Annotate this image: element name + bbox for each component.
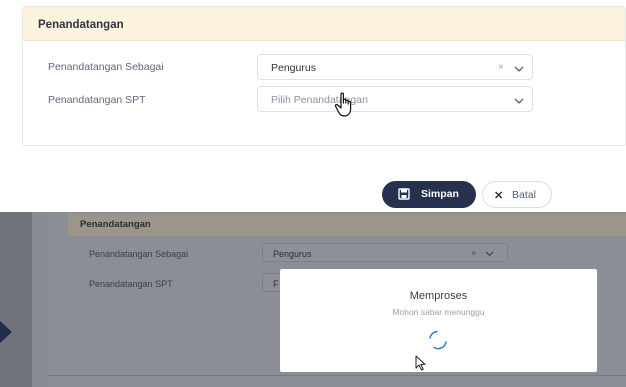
dimmed-signatory-as-value: Pengurus [273, 249, 312, 259]
dimmed-clear-icon: × [471, 248, 477, 258]
collapse-arrow-icon [0, 321, 12, 343]
save-icon [398, 188, 410, 200]
section-header: Penandatangan [23, 7, 625, 41]
cancel-button[interactable]: ✕ Batal [482, 181, 552, 208]
section-title: Penandatangan [38, 19, 124, 31]
bottom-screenshot-frame: Penandatangan Penandatangan Sebagai Peng… [0, 212, 626, 387]
loading-subtitle: Mohon sabar menunggu [392, 307, 485, 317]
clear-icon[interactable]: × [498, 62, 504, 73]
dimmed-signatory-as-select: Pengurus × [262, 243, 508, 262]
dimmed-footer-bar [48, 375, 626, 387]
overlay-left-edge [0, 212, 32, 387]
cancel-label: Batal [512, 189, 536, 201]
dimmed-spt-signatory-select: F [262, 273, 282, 292]
loading-dialog: Memproses Mohon sabar menunggu [280, 269, 597, 372]
save-button[interactable]: Simpan [382, 181, 476, 208]
spt-signatory-select[interactable]: Pilih Penandatangan [257, 86, 533, 112]
close-icon: ✕ [494, 190, 504, 202]
arrow-cursor-icon [415, 355, 426, 371]
chevron-down-icon[interactable] [514, 64, 524, 74]
loading-spinner-icon [429, 330, 447, 350]
dimmed-spt-signatory-label: Penandatangan SPT [89, 279, 173, 289]
signatory-card: Penandatangan Penandatangan Sebagai Peng… [22, 6, 626, 146]
top-screenshot-frame: Penandatangan Penandatangan Sebagai Peng… [0, 0, 626, 212]
hand-pointer-icon [334, 92, 352, 117]
dimmed-signatory-as-label: Penandatangan Sebagai [89, 249, 189, 259]
signatory-as-label: Penandatangan Sebagai [48, 61, 164, 73]
spt-signatory-label: Penandatangan SPT [48, 94, 146, 106]
dimmed-spt-signatory-value: F [273, 279, 279, 289]
chevron-down-icon[interactable] [514, 96, 524, 106]
dimmed-section-header: Penandatangan [68, 214, 626, 236]
signatory-as-value: Pengurus [271, 62, 316, 74]
save-label: Simpan [421, 188, 459, 200]
signatory-as-select[interactable]: Pengurus × [257, 54, 533, 80]
dimmed-section-title: Penandatangan [80, 219, 151, 230]
dimmed-chevron-down-icon [485, 251, 494, 257]
loading-title: Memproses [409, 290, 468, 302]
overlay-left-gutter [32, 212, 48, 387]
